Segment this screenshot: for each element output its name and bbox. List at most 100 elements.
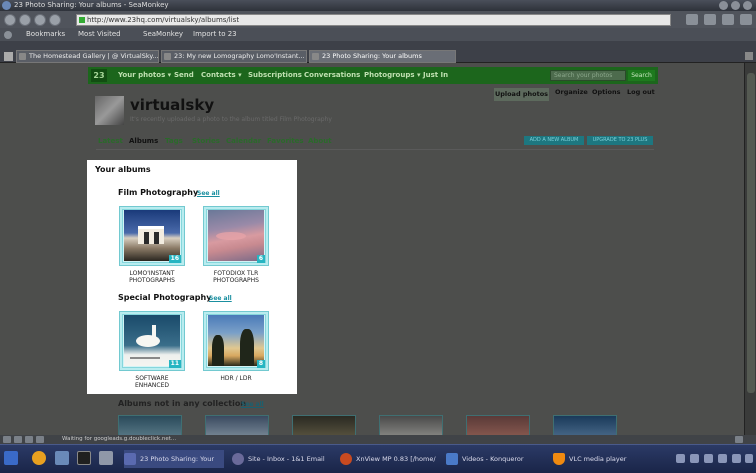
upgrade-button[interactable]: UPGRADE TO 23 PLUS (587, 136, 653, 145)
tab-homestead-gallery[interactable]: The Homestead Gallery | @ VirtualSky... (16, 50, 159, 63)
nav-photogroups[interactable]: Photogroups ▾ (364, 67, 420, 84)
nav-contacts[interactable]: Contacts ▾ (201, 67, 242, 84)
options-link[interactable]: Options (592, 88, 620, 96)
site-search-button[interactable]: Search (628, 70, 655, 81)
task-browser[interactable]: 23 Photo Sharing: Your (124, 450, 224, 468)
notification-icon[interactable] (718, 454, 727, 463)
album-label[interactable]: FOTODIOX TLR PHOTOGRAPHS (191, 270, 281, 284)
new-tab-icon[interactable] (4, 52, 13, 61)
tab-calendar[interactable]: Calendar (226, 137, 261, 145)
tab-favicon-icon (312, 53, 319, 60)
throbber-icon (740, 14, 752, 25)
minimize-icon[interactable] (719, 1, 728, 10)
home-icon[interactable] (4, 31, 12, 39)
album-thumbnail[interactable] (118, 415, 182, 435)
album-thumbnail[interactable] (466, 415, 530, 435)
nav-conversations[interactable]: Conversations (304, 67, 360, 84)
tab-stories[interactable]: Stories (192, 137, 220, 145)
organize-link[interactable]: Organize (555, 88, 588, 96)
upload-photos-button[interactable]: Upload photos (494, 88, 549, 101)
terminal-icon[interactable] (77, 451, 91, 465)
task-email[interactable]: Site - Inbox - 1&1 Email (232, 450, 332, 468)
album-thumbnail[interactable] (292, 415, 356, 435)
your-albums-heading: Your albums (95, 165, 151, 174)
album-thumbnail[interactable] (379, 415, 443, 435)
app-menu-icon[interactable] (4, 451, 18, 465)
nav-subscriptions[interactable]: Subscriptions (248, 67, 302, 84)
search-engine-icon[interactable] (686, 14, 698, 25)
tab-favicon-icon (19, 53, 26, 60)
collection-title-special[interactable]: Special Photography (118, 293, 211, 302)
task-label: Videos - Konqueror (462, 455, 524, 463)
composer-icon[interactable] (14, 436, 22, 443)
bookmark-seamonkey[interactable]: SeaMonkey (143, 28, 183, 41)
album-lomo-instant[interactable]: 16 (119, 206, 185, 266)
album-thumbnail[interactable] (205, 415, 269, 435)
device-icon[interactable] (732, 454, 741, 463)
vertical-scrollbar[interactable] (744, 63, 756, 435)
log-out-link[interactable]: Log out (627, 88, 655, 96)
album-cover-image (208, 315, 264, 366)
network-icon[interactable] (704, 454, 713, 463)
tab-albums[interactable]: Albums (129, 137, 158, 145)
window-titlebar: 23 Photo Sharing: Your albums - SeaMonke… (0, 0, 756, 11)
status-bar: Waiting for googleads.g.doubleclick.net.… (0, 435, 756, 444)
nav-your-photos[interactable]: Your photos ▾ (118, 67, 171, 84)
nav-just-in[interactable]: Just In (423, 67, 448, 84)
task-xnview[interactable]: XnView MP 0.83 [/home/ (340, 450, 440, 468)
task-vlc[interactable]: VLC media player (553, 450, 653, 468)
album-label[interactable]: HDR / LDR (191, 375, 281, 382)
album-photo-count: 6 (256, 255, 265, 263)
url-input[interactable]: http://www.23hq.com/virtualsky/albums/li… (76, 14, 671, 26)
show-desktop-icon[interactable] (745, 454, 753, 463)
volume-icon[interactable] (690, 454, 699, 463)
mail-status-icon[interactable] (3, 436, 11, 443)
site-search-input[interactable]: Search your photos (550, 70, 626, 81)
mail-icon[interactable] (722, 14, 734, 25)
stop-icon[interactable] (49, 14, 61, 26)
forward-icon[interactable] (19, 14, 31, 26)
file-manager-icon[interactable] (55, 451, 69, 465)
tab-bar: The Homestead Gallery | @ VirtualSky... … (0, 41, 756, 63)
bookmark-bookmarks[interactable]: Bookmarks (26, 28, 65, 41)
album-software-enhanced[interactable]: 11 (119, 311, 185, 371)
album-hdr-ldr[interactable]: 8 (203, 311, 269, 371)
tab-tags[interactable]: Tags (165, 137, 183, 145)
site-logo[interactable]: 23 (91, 69, 107, 82)
irc-icon[interactable] (36, 436, 44, 443)
tab-favorites[interactable]: Favorites (267, 137, 304, 145)
monitor-icon[interactable] (99, 451, 113, 465)
maximize-icon[interactable] (731, 1, 740, 10)
see-all-uncollected-link[interactable]: See all (241, 401, 264, 408)
tab-label: The Homestead Gallery | @ VirtualSky... (29, 52, 159, 60)
albums-not-in-collection-heading: Albums not in any collection (118, 399, 247, 408)
bookmark-most-visited[interactable]: Most Visited (78, 28, 121, 41)
add-new-album-button[interactable]: ADD A NEW ALBUM (524, 136, 584, 145)
page-viewport: 23 Your photos ▾ Send Contacts ▾ Subscri… (0, 63, 744, 435)
see-all-film-link[interactable]: See all (197, 190, 220, 197)
bookmark-import-to-23[interactable]: Import to 23 (193, 28, 237, 41)
album-cover-image (124, 315, 180, 366)
tab-about[interactable]: About (308, 137, 332, 145)
browser-launcher-icon[interactable] (32, 451, 46, 465)
avatar[interactable] (95, 96, 124, 125)
collection-title-film[interactable]: Film Photography (118, 188, 198, 197)
address-book-icon[interactable] (25, 436, 33, 443)
tab-latest[interactable]: Latest (98, 137, 123, 145)
album-label[interactable]: SOFTWARE ENHANCED (107, 375, 197, 389)
close-icon[interactable] (743, 1, 752, 10)
close-tab-icon[interactable] (745, 52, 753, 60)
see-all-special-link[interactable]: See all (209, 295, 232, 302)
album-fotodiox-tlr[interactable]: 6 (203, 206, 269, 266)
tab-lomography[interactable]: 23: My new Lomography Lomo'Instant... (161, 50, 307, 63)
nav-send[interactable]: Send (174, 67, 194, 84)
album-label[interactable]: LOMO'INSTANT PHOTOGRAPHS (107, 270, 197, 284)
task-konqueror[interactable]: Videos - Konqueror (446, 450, 546, 468)
print-icon[interactable] (704, 14, 716, 25)
album-thumbnail[interactable] (553, 415, 617, 435)
back-icon[interactable] (4, 14, 16, 26)
clipboard-icon[interactable] (676, 454, 685, 463)
scrollbar-thumb[interactable] (747, 73, 755, 393)
tab-your-albums[interactable]: 23 Photo Sharing: Your albums (309, 50, 456, 63)
reload-icon[interactable] (34, 14, 46, 26)
